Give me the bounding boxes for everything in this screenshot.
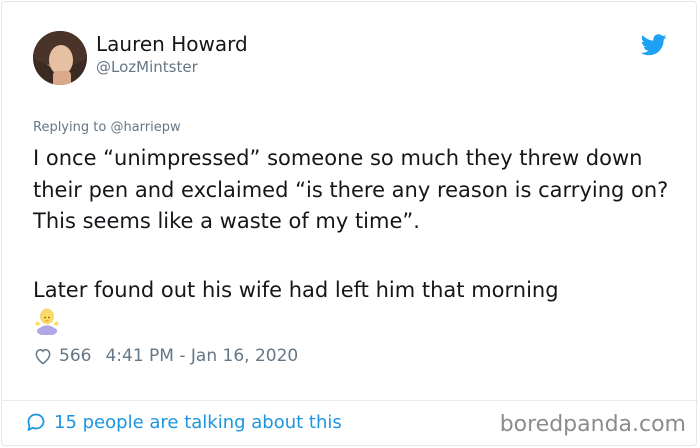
like-count[interactable]: 566 (59, 346, 91, 366)
author-name[interactable]: Lauren Howard (96, 32, 248, 56)
conversation-link[interactable]: 15 people are talking about this (24, 410, 342, 434)
tweet-timestamp[interactable]: 4:41 PM - Jan 16, 2020 (105, 346, 298, 366)
heart-icon[interactable] (33, 346, 53, 366)
replying-to: Replying to @harriepw (33, 120, 181, 135)
woman-shrugging-emoji (35, 308, 59, 335)
conversation-text[interactable]: 15 people are talking about this (54, 412, 342, 433)
speech-bubble-icon (27, 413, 45, 431)
tweet-paragraph-2: Later found out his wife had left him th… (33, 277, 559, 302)
twitter-bird-icon[interactable] (641, 34, 667, 56)
tweet-paragraph-1: I once “unimpressed” someone so much the… (33, 146, 669, 233)
avatar[interactable] (33, 31, 87, 85)
divider (1, 400, 699, 401)
watermark: boredpanda.com (499, 412, 686, 437)
tweet-meta: 566 4:41 PM - Jan 16, 2020 (33, 346, 298, 366)
tweet-text: I once “unimpressed” someone so much the… (33, 143, 673, 335)
author-handle[interactable]: @LozMintster (96, 58, 198, 76)
reply-mention-link[interactable]: @harriepw (110, 120, 180, 135)
replying-prefix: Replying to (33, 120, 107, 135)
